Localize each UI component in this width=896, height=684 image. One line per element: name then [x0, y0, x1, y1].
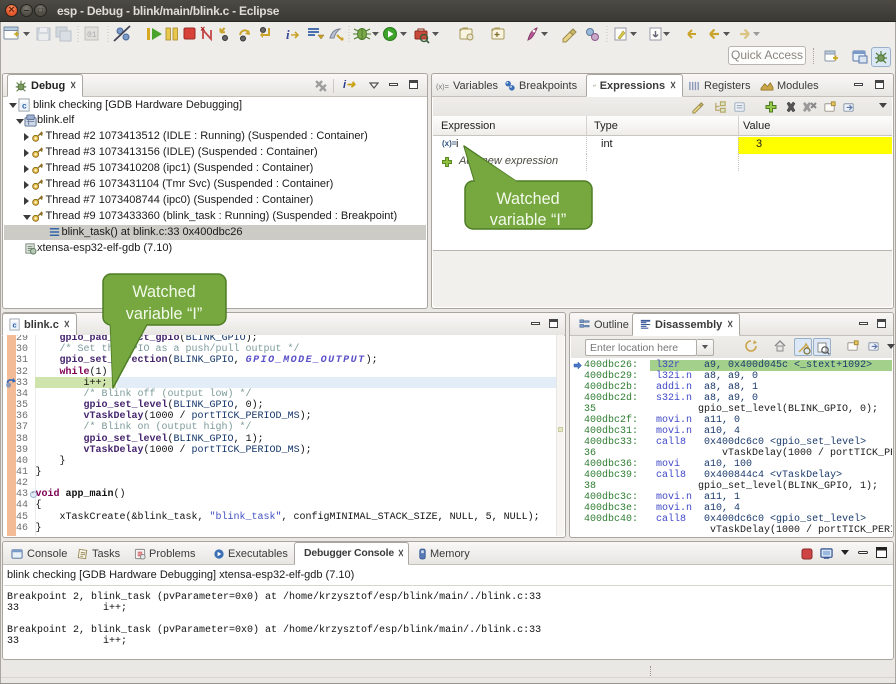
- svg-text:c: c: [12, 321, 16, 330]
- svg-text:i: i: [286, 27, 290, 42]
- svg-text:(x)=: (x)=: [436, 82, 449, 91]
- svg-text:c: c: [22, 101, 27, 111]
- svg-text:01: 01: [87, 31, 97, 40]
